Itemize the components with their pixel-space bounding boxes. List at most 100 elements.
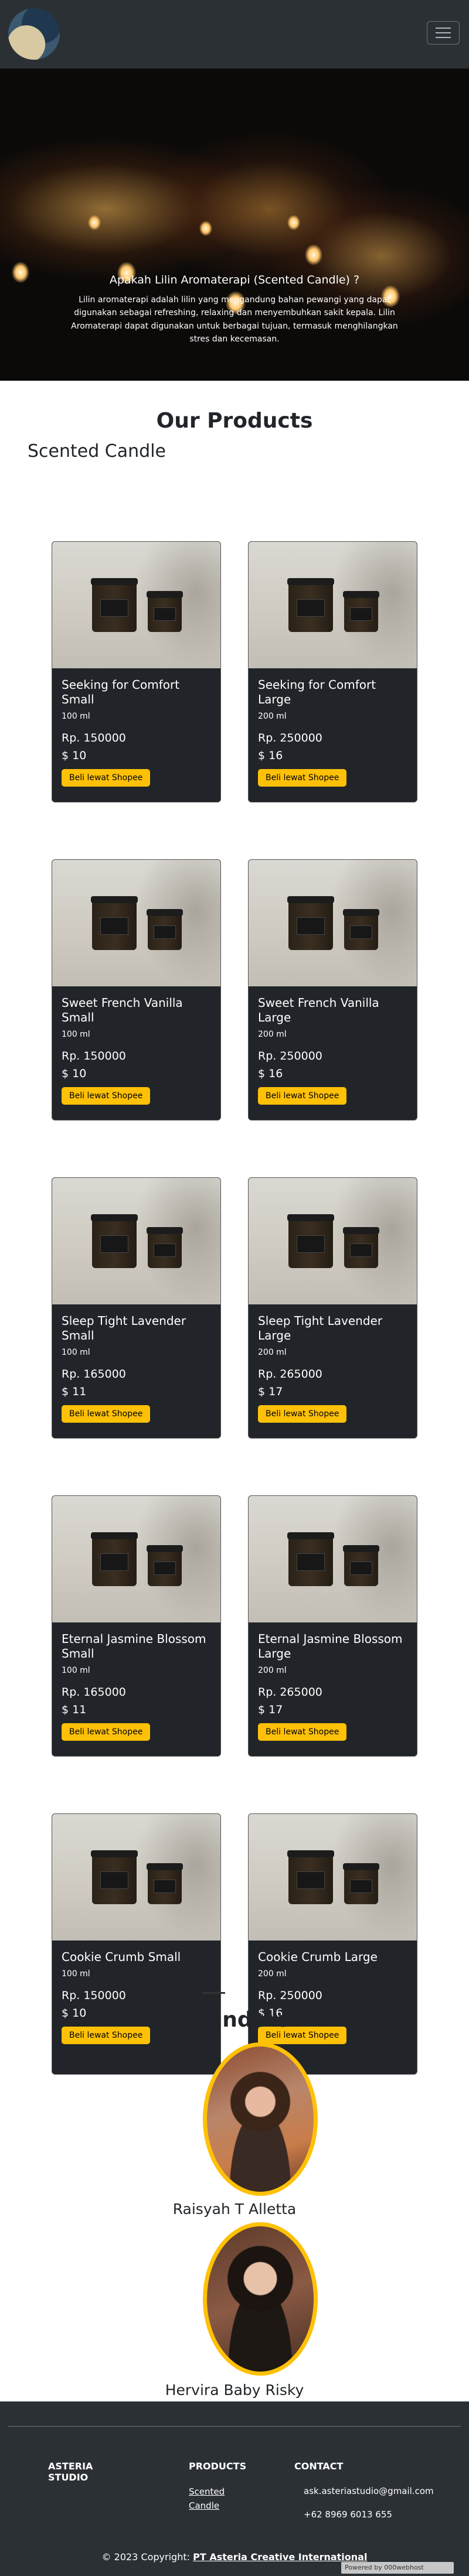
- buy-shopee-button[interactable]: Beli lewat Shopee: [62, 769, 151, 787]
- product-name: Seeking for Comfort Small: [62, 678, 180, 706]
- buy-shopee-button[interactable]: Beli lewat Shopee: [258, 1405, 347, 1423]
- product-photo: [52, 860, 220, 986]
- founder-photo-raisyah: [203, 2042, 318, 2196]
- footer-phone: +62 8969 6013 655: [304, 2509, 392, 2520]
- product-card-body: Eternal Jasmine Blossom Small 100 ml Rp.…: [52, 1622, 220, 1741]
- product-card: Seeking for Comfort Large 200 ml Rp. 250…: [248, 541, 417, 802]
- founders-title: Founders: [179, 2008, 290, 2032]
- candle-jar-small: [343, 1863, 379, 1904]
- product-price-rp: Rp. 165000: [62, 1686, 126, 1699]
- footer-link-scented-candle[interactable]: Scented Candle: [189, 2485, 242, 2513]
- hero-title: Apakah Lilin Aromaterapi (Scented Candle…: [109, 274, 360, 286]
- buy-shopee-button[interactable]: Beli lewat Shopee: [62, 1723, 151, 1741]
- candle-jar-small: [147, 1863, 183, 1904]
- product-card: Cookie Crumb Large 200 ml Rp. 250000 $ 1…: [248, 1813, 417, 2075]
- product-size: 200 ml: [258, 712, 287, 721]
- product-price-rp: Rp. 150000: [62, 732, 126, 744]
- product-photo: [52, 1496, 220, 1622]
- product-name: Sweet French Vanilla Small: [62, 996, 183, 1024]
- product-price-rp: Rp. 265000: [258, 1368, 322, 1381]
- candle-jar-large: [91, 1850, 138, 1904]
- product-photo: [249, 860, 417, 986]
- product-price-usd: $ 11: [62, 1385, 87, 1398]
- product-size: 200 ml: [258, 1030, 287, 1039]
- hamburger-menu-icon[interactable]: [427, 21, 460, 45]
- asteria-logo-icon[interactable]: [8, 8, 60, 60]
- product-price-rp: Rp. 265000: [258, 1686, 322, 1699]
- footer-contact-title: CONTACT: [294, 2461, 344, 2472]
- product-card: Cookie Crumb Small 100 ml Rp. 150000 $ 1…: [52, 1813, 221, 2075]
- product-card: Seeking for Comfort Small 100 ml Rp. 150…: [52, 541, 221, 802]
- product-photo: [249, 1814, 417, 1940]
- footer-divider: [8, 2426, 461, 2427]
- category-title: Scented Candle: [28, 441, 166, 462]
- carousel-indicator[interactable]: [203, 1992, 225, 1994]
- product-size: 100 ml: [62, 712, 90, 721]
- product-price-usd: $ 17: [258, 1385, 283, 1398]
- buy-shopee-button[interactable]: Beli lewat Shopee: [62, 1405, 151, 1423]
- hero-text: Lilin aromaterapi adalah lilin yang meng…: [71, 295, 398, 344]
- product-photo: [249, 1496, 417, 1622]
- candle-jar-large: [91, 578, 138, 632]
- candle-jar-small: [343, 909, 379, 950]
- product-card-body: Sweet French Vanilla Small 100 ml Rp. 15…: [52, 986, 220, 1105]
- founder-name: Raisyah T Alletta: [172, 2201, 297, 2218]
- product-card-body: Eternal Jasmine Blossom Large 200 ml Rp.…: [249, 1622, 417, 1741]
- candle-jar-small: [147, 1227, 183, 1268]
- product-price-rp: Rp. 250000: [258, 1050, 322, 1062]
- buy-shopee-button[interactable]: Beli lewat Shopee: [258, 1723, 347, 1741]
- product-card-body: Sleep Tight Lavender Small 100 ml Rp. 16…: [52, 1304, 220, 1423]
- candle-jar-small: [343, 591, 379, 632]
- buy-shopee-button[interactable]: Beli lewat Shopee: [258, 1087, 347, 1105]
- candle-jar-large: [287, 1532, 334, 1586]
- copyright-company-link[interactable]: PT Asteria Creative International: [193, 2551, 367, 2563]
- product-size: 200 ml: [258, 1969, 287, 1979]
- product-price-usd: $ 10: [62, 749, 87, 762]
- product-card-body: Sleep Tight Lavender Large 200 ml Rp. 26…: [249, 1304, 417, 1423]
- product-card: Sweet French Vanilla Small 100 ml Rp. 15…: [52, 859, 221, 1120]
- footer-email: ask.asteriastudio@gmail.com: [304, 2486, 434, 2496]
- candle-jar-large: [287, 1214, 334, 1268]
- copyright: © 2023 Copyright: PT Asteria Creative In…: [0, 2551, 469, 2563]
- candle-jar-large: [91, 1532, 138, 1586]
- product-price-usd: $ 11: [62, 1703, 87, 1716]
- product-size: 200 ml: [258, 1348, 287, 1357]
- candle-flame: [88, 215, 101, 230]
- product-card: Eternal Jasmine Blossom Small 100 ml Rp.…: [52, 1495, 221, 1757]
- product-price-rp: Rp. 150000: [62, 1989, 126, 2002]
- product-price-usd: $ 10: [62, 1067, 87, 1080]
- product-name: Cookie Crumb Large: [258, 1950, 378, 1964]
- candle-jar-large: [287, 578, 334, 632]
- product-name: Eternal Jasmine Blossom Small: [62, 1632, 206, 1661]
- candle-jar-large: [287, 1850, 334, 1904]
- product-price-rp: Rp. 150000: [62, 1050, 126, 1062]
- footer-products-title: PRODUCTS: [189, 2461, 247, 2472]
- founder-photo-hervira: [203, 2222, 318, 2376]
- hero-carousel: Apakah Lilin Aromaterapi (Scented Candle…: [0, 69, 469, 381]
- hero-caption: Apakah Lilin Aromaterapi (Scented Candle…: [67, 274, 402, 346]
- candle-jar-small: [147, 909, 183, 950]
- candle-jar-large: [91, 1214, 138, 1268]
- candle-jar-small: [147, 1545, 183, 1586]
- footer: ASTERIA STUDIO PRODUCTS Scented Candle C…: [0, 2401, 469, 2576]
- hosting-badge[interactable]: Powered by 000webhost: [341, 2562, 454, 2574]
- product-size: 100 ml: [62, 1348, 90, 1357]
- candle-flame: [287, 215, 300, 230]
- product-name: Cookie Crumb Small: [62, 1950, 181, 1964]
- product-card: Eternal Jasmine Blossom Large 200 ml Rp.…: [248, 1495, 417, 1757]
- buy-shopee-button[interactable]: Beli lewat Shopee: [62, 1087, 151, 1105]
- product-card-body: Sweet French Vanilla Large 200 ml Rp. 25…: [249, 986, 417, 1105]
- candle-flame: [305, 244, 322, 265]
- product-name: Sweet French Vanilla Large: [258, 996, 379, 1024]
- candle-jar-large: [91, 896, 138, 950]
- product-size: 200 ml: [258, 1666, 287, 1675]
- candle-jar-small: [343, 1227, 379, 1268]
- product-size: 100 ml: [62, 1969, 90, 1979]
- product-name: Seeking for Comfort Large: [258, 678, 376, 706]
- candle-jar-small: [343, 1545, 379, 1586]
- product-photo: [249, 542, 417, 668]
- product-name: Sleep Tight Lavender Small: [62, 1314, 186, 1342]
- buy-shopee-button[interactable]: Beli lewat Shopee: [258, 769, 347, 787]
- candle-jar-large: [287, 896, 334, 950]
- product-photo: [52, 542, 220, 668]
